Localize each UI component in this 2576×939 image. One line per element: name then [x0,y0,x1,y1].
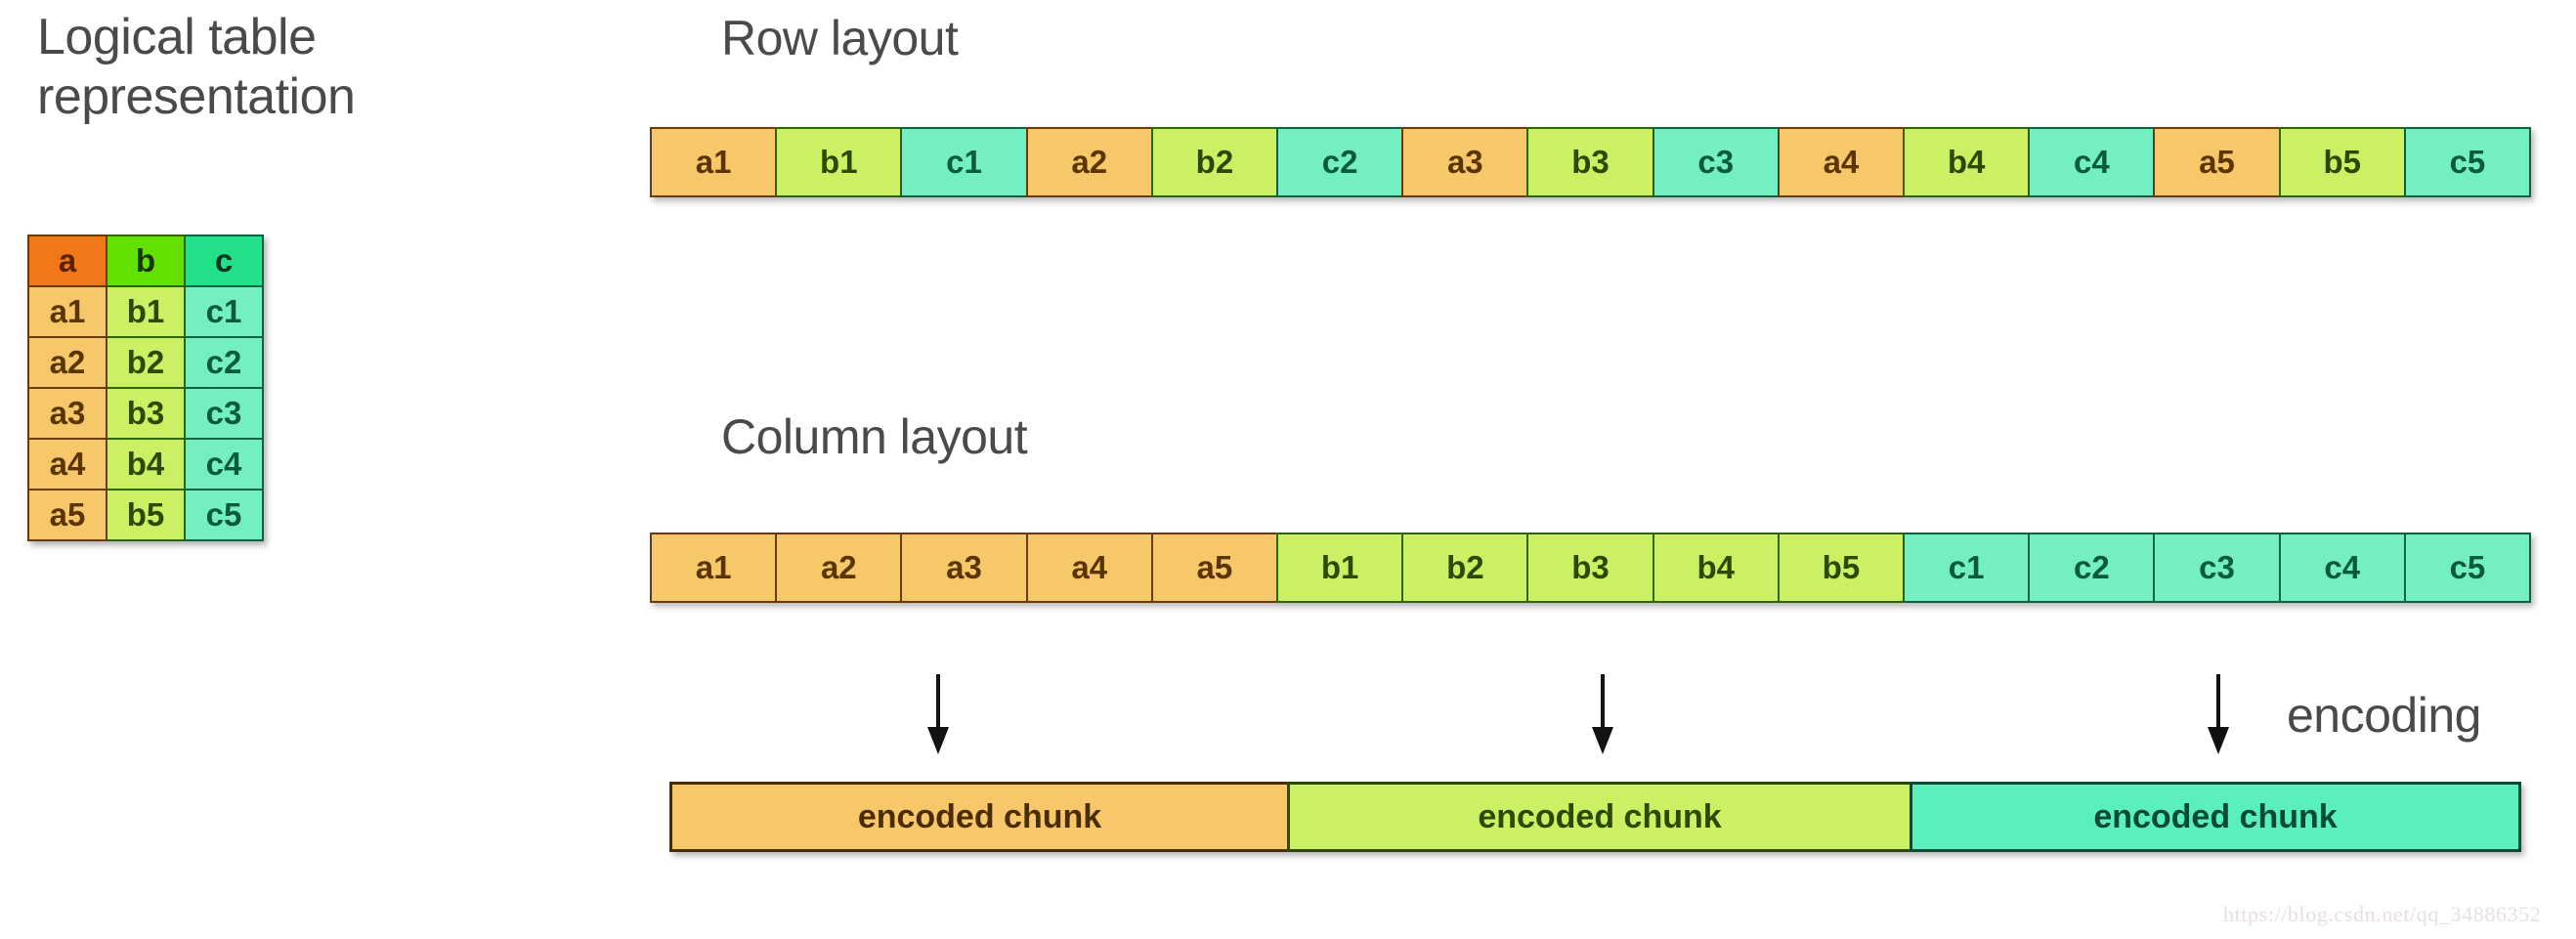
logical-table-body: a b c a1 b1 c1 a2 b2 c2 a3 b3 c3 a4 b4 c4 a5 b5 c5 [27,235,264,541]
down-arrow-icon [1583,672,1622,756]
table-cell: b2 [106,336,186,389]
watermark: https://blog.csdn.net/qq_34886352 [2223,902,2542,926]
table-cell: c5 [184,489,264,541]
row-layout-cell: c3 [1652,127,1780,197]
table-row: a2 b2 c2 [27,336,264,389]
table-cell: b5 [106,489,186,541]
column-layout-cell: c1 [1903,533,2031,603]
table-cell: c1 [184,285,264,338]
logical-table-caption: Logical table representation [37,9,356,126]
row-layout-cell: a3 [1401,127,1529,197]
table-header-row: abc [27,235,264,287]
row-layout-cell: c4 [2028,127,2156,197]
table-cell: a2 [27,336,107,389]
encoding-label: encoding [2287,688,2481,743]
row-layout-cell: b1 [775,127,903,197]
column-layout-cell: a3 [900,533,1028,603]
column-layout-title: Column layout [721,409,1028,464]
column-layout-cell: b2 [1401,533,1529,603]
row-layout-strip: a1 b1 c1 a2 b2 c2 a3 b3 c3 a4 b4 c4 a5 b5 c5 [650,127,2532,197]
row-layout-cell: c5 [2403,127,2532,197]
table-cell: b3 [106,387,186,440]
column-layout-cell: c4 [2278,533,2406,603]
table-cell: a4 [27,438,107,491]
table-header-cell-c: c [184,235,264,287]
table-cell: a3 [27,387,107,440]
row-layout-cell: c2 [1276,127,1404,197]
column-layout-cell: a4 [1025,533,1153,603]
encoded-chunk: encoded chunk [1910,782,2521,852]
row-layout-cell: b2 [1150,127,1279,197]
table-row: a1 b1 c1 [27,285,264,338]
down-arrow-icon [919,672,958,756]
column-layout-cell: b1 [1276,533,1404,603]
table-cell: c2 [184,336,264,389]
logical-table: a b c a1 b1 c1 a2 b2 c2 a3 b3 c3 a4 b4 c4 a5 b5 c5 [27,235,264,541]
row-layout-cell: a5 [2153,127,2281,197]
table-cell: c3 [184,387,264,440]
row-layout-cell: b5 [2278,127,2406,197]
column-layout-strip: a1 a2 a3 a4 a5 b1 b2 b3 b4 b5 c1 c2 c3 c4 c5 [650,533,2532,603]
row-layout-cell: b3 [1526,127,1654,197]
encoded-chunk-strip: encoded chunk encoded chunk encoded chunk [669,782,2521,852]
column-layout-cell: a5 [1150,533,1279,603]
row-layout-cell: a4 [1777,127,1906,197]
row-layout-cell: b4 [1903,127,2031,197]
down-arrow-icon [2199,672,2238,756]
table-cell: b4 [106,438,186,491]
row-layout-cell: a2 [1025,127,1153,197]
table-row: a5 b5 c5 [27,489,264,541]
encoded-chunk: encoded chunk [1287,782,1912,852]
column-layout-cell: b5 [1777,533,1906,603]
table-cell: b1 [106,285,186,338]
column-layout-cell: c2 [2028,533,2156,603]
table-cell: c4 [184,438,264,491]
table-cell: a1 [27,285,107,338]
table-row: a3 b3 c3 [27,387,264,440]
column-layout-cell: b3 [1526,533,1654,603]
column-layout-cell: c3 [2153,533,2281,603]
row-layout-cell: c1 [900,127,1028,197]
column-layout-cell: a1 [650,533,778,603]
table-row: a4 b4 c4 [27,438,264,491]
column-layout-cell: a2 [775,533,903,603]
table-header-cell-a: a [27,235,107,287]
table-cell: a5 [27,489,107,541]
row-layout-cell: a1 [650,127,778,197]
row-layout-title: Row layout [721,11,959,65]
column-layout-cell: c5 [2403,533,2532,603]
table-header-cell-b: b [106,235,186,287]
encoded-chunk: encoded chunk [669,782,1290,852]
column-layout-cell: b4 [1652,533,1780,603]
